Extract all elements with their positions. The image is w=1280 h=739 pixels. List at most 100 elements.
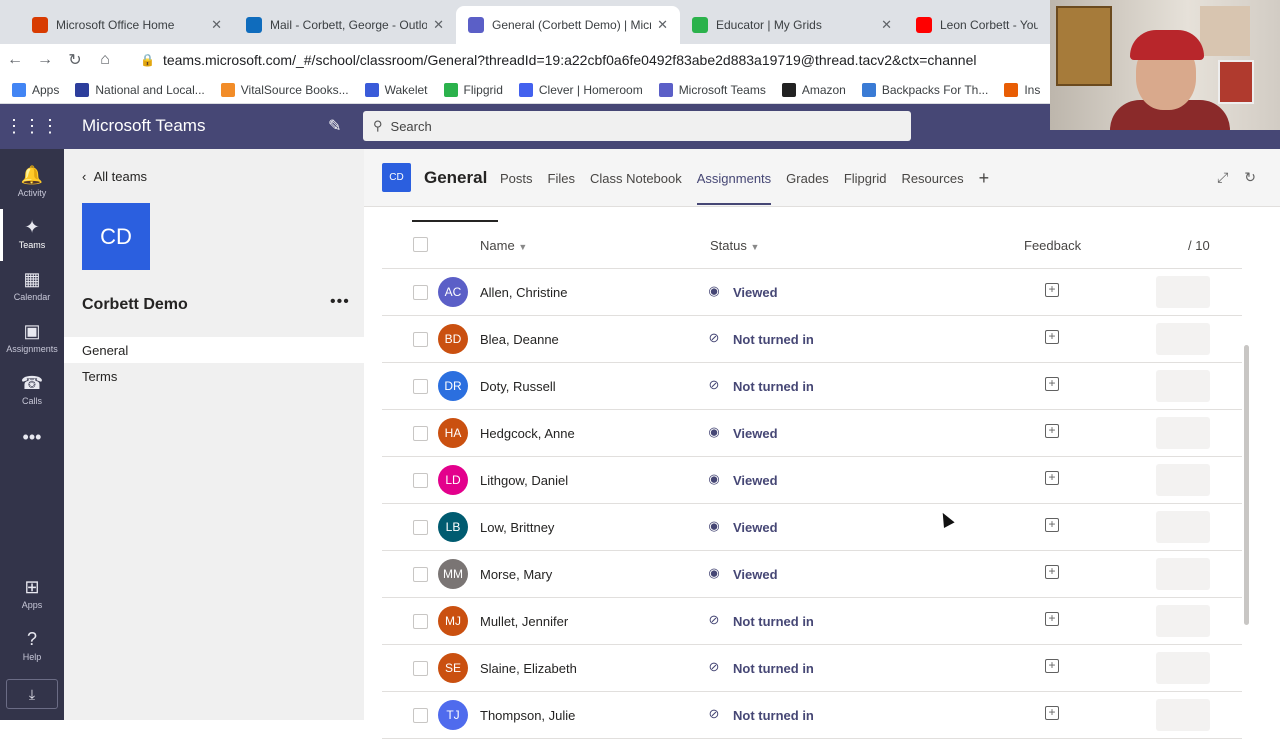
add-feedback-icon[interactable]: + [1045, 377, 1059, 391]
rail-item-activity[interactable]: 🔔 Activity [0, 157, 64, 209]
close-tab-icon[interactable]: ✕ [657, 17, 668, 33]
add-tab-icon[interactable]: + [979, 149, 990, 207]
points-input[interactable] [1156, 464, 1210, 496]
bookmark[interactable]: Amazon [781, 82, 846, 97]
add-feedback-icon[interactable]: + [1045, 471, 1059, 485]
student-name[interactable]: Low, Brittney [480, 520, 554, 535]
browser-tab[interactable]: General (Corbett Demo) | Microsoft Teams… [456, 6, 680, 44]
points-input[interactable] [1156, 605, 1210, 637]
points-input[interactable] [1156, 417, 1210, 449]
table-row[interactable]: BD Blea, Deanne ⊘ Not turned in + [382, 316, 1242, 363]
reload-icon[interactable]: ↻ [60, 50, 90, 70]
points-input[interactable] [1156, 511, 1210, 543]
add-feedback-icon[interactable]: + [1045, 706, 1059, 720]
row-checkbox[interactable] [413, 332, 428, 347]
points-input[interactable] [1156, 558, 1210, 590]
rail-item-calendar[interactable]: ▦ Calendar [0, 261, 64, 313]
scrollbar[interactable] [1244, 345, 1249, 625]
add-feedback-icon[interactable]: + [1045, 424, 1059, 438]
bookmark[interactable]: VitalSource Books... [220, 82, 349, 97]
tab-grades[interactable]: Grades [786, 149, 829, 207]
row-checkbox[interactable] [413, 614, 428, 629]
add-feedback-icon[interactable]: + [1045, 659, 1059, 673]
rail-item-assignments[interactable]: ▣ Assignments [0, 313, 64, 365]
row-checkbox[interactable] [413, 520, 428, 535]
bookmark[interactable]: National and Local... [75, 82, 205, 97]
table-row[interactable]: MJ Mullet, Jennifer ⊘ Not turned in + [382, 598, 1242, 645]
more-options-icon[interactable]: ••• [330, 293, 350, 311]
rail-item-teams[interactable]: ✦ Teams [0, 209, 64, 261]
channel-terms[interactable]: Terms [64, 363, 364, 389]
add-feedback-icon[interactable]: + [1045, 565, 1059, 579]
add-feedback-icon[interactable]: + [1045, 612, 1059, 626]
student-name[interactable]: Lithgow, Daniel [480, 473, 568, 488]
bookmark[interactable]: Flipgrid [443, 82, 503, 97]
row-checkbox[interactable] [413, 661, 428, 676]
table-row[interactable]: LD Lithgow, Daniel ◉ Viewed + [382, 457, 1242, 504]
address-bar[interactable]: 🔒 teams.microsoft.com/_#/school/classroo… [140, 48, 1060, 72]
row-checkbox[interactable] [413, 285, 428, 300]
bookmark[interactable]: Wakelet [364, 82, 428, 97]
home-icon[interactable]: ⌂ [90, 51, 120, 69]
status-column-header[interactable]: Status ▼ [710, 238, 759, 253]
bookmark[interactable]: Backpacks For Th... [861, 82, 988, 97]
table-row[interactable]: AC Allen, Christine ◉ Viewed + [382, 269, 1242, 316]
table-row[interactable]: TJ Thompson, Julie ⊘ Not turned in + [382, 692, 1242, 739]
browser-tab[interactable]: Microsoft Office Home ✕ [20, 6, 234, 44]
rail-item-help[interactable]: ? Help [0, 621, 64, 673]
table-row[interactable]: SE Slaine, Elizabeth ⊘ Not turned in + [382, 645, 1242, 692]
browser-tab[interactable]: Mail - Corbett, George - Outlook ✕ [234, 6, 456, 44]
student-name[interactable]: Hedgcock, Anne [480, 426, 575, 441]
select-all-checkbox[interactable] [413, 237, 428, 252]
table-row[interactable]: HA Hedgcock, Anne ◉ Viewed + [382, 410, 1242, 457]
student-name[interactable]: Doty, Russell [480, 379, 556, 394]
table-row[interactable]: DR Doty, Russell ⊘ Not turned in + [382, 363, 1242, 410]
row-checkbox[interactable] [413, 473, 428, 488]
student-name[interactable]: Thompson, Julie [480, 708, 575, 723]
tab-assignments[interactable]: Assignments [696, 149, 772, 207]
channel-general[interactable]: General [64, 337, 364, 363]
back-arrow-icon[interactable]: ← [0, 51, 30, 69]
table-row[interactable]: LB Low, Brittney ◉ Viewed + [382, 504, 1242, 551]
tab-resources[interactable]: Resources [901, 149, 963, 207]
points-input[interactable] [1156, 370, 1210, 402]
rail-item-calls[interactable]: ☎ Calls [0, 365, 64, 417]
row-checkbox[interactable] [413, 567, 428, 582]
add-feedback-icon[interactable]: + [1045, 518, 1059, 532]
forward-arrow-icon[interactable]: → [30, 51, 60, 69]
points-input[interactable] [1156, 323, 1210, 355]
points-input[interactable] [1156, 699, 1210, 731]
rail-item-apps[interactable]: ⊞ Apps [0, 569, 64, 621]
student-name[interactable]: Mullet, Jennifer [480, 614, 568, 629]
close-tab-icon[interactable]: ✕ [881, 17, 892, 33]
row-checkbox[interactable] [413, 426, 428, 441]
student-name[interactable]: Morse, Mary [480, 567, 552, 582]
add-feedback-icon[interactable]: + [1045, 283, 1059, 297]
search-input[interactable]: ⚲ Search [363, 111, 911, 141]
student-name[interactable]: Blea, Deanne [480, 332, 559, 347]
bookmark[interactable]: Apps [12, 82, 59, 97]
row-checkbox[interactable] [413, 708, 428, 723]
browser-tab[interactable]: Leon Corbett - YouTube [904, 6, 1050, 44]
bookmark[interactable]: Microsoft Teams [658, 82, 766, 97]
close-tab-icon[interactable]: ✕ [433, 17, 444, 33]
new-chat-icon[interactable]: ✎ [328, 116, 341, 136]
download-app-icon[interactable]: ⤓ [6, 679, 58, 709]
app-launcher-icon[interactable]: ⋮⋮⋮ [0, 116, 64, 137]
table-row[interactable]: MM Morse, Mary ◉ Viewed + [382, 551, 1242, 598]
expand-icon[interactable]: ⤢ [1217, 169, 1228, 186]
rail-item-more[interactable]: ••• [0, 419, 64, 471]
close-tab-icon[interactable]: ✕ [211, 17, 222, 33]
tab-files[interactable]: Files [548, 149, 575, 207]
points-input[interactable] [1156, 276, 1210, 308]
bookmark[interactable]: Ins [1004, 82, 1040, 97]
points-input[interactable] [1156, 652, 1210, 684]
bookmark[interactable]: Clever | Homeroom [518, 82, 643, 97]
tab-class-notebook[interactable]: Class Notebook [590, 149, 682, 207]
row-checkbox[interactable] [413, 379, 428, 394]
refresh-icon[interactable]: ↻ [1244, 169, 1256, 186]
student-name[interactable]: Allen, Christine [480, 285, 567, 300]
add-feedback-icon[interactable]: + [1045, 330, 1059, 344]
browser-tab[interactable]: Educator | My Grids ✕ [680, 6, 904, 44]
student-name[interactable]: Slaine, Elizabeth [480, 661, 577, 676]
